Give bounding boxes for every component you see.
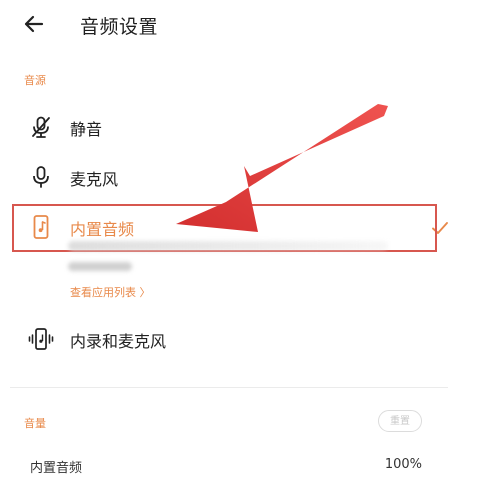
arrow-left-icon — [24, 15, 44, 33]
volume-item-value: 100% — [384, 457, 422, 472]
microphone-icon — [28, 164, 54, 190]
phone-vibrate-icon — [28, 326, 54, 352]
option-microphone[interactable]: 麦克风 — [0, 152, 480, 200]
blurred-description-line — [68, 262, 132, 271]
page-title: 音频设置 — [80, 16, 159, 38]
header: 音频设置 — [0, 0, 480, 48]
mic-off-icon — [28, 114, 54, 140]
audio-settings-page: 音频设置 音源 静音 麦克风 内置音频 查看应用列表 〉 内录和麦克风 音量 重… — [0, 0, 480, 479]
view-app-list-link[interactable]: 查看应用列表 〉 — [70, 284, 151, 300]
back-button[interactable] — [18, 8, 50, 40]
option-internal-and-mic[interactable]: 内录和麦克风 — [0, 314, 480, 362]
reset-button[interactable]: 重置 — [378, 410, 422, 432]
option-internal-and-mic-label: 内录和麦克风 — [70, 332, 167, 351]
volume-section-label: 音量 — [24, 417, 46, 430]
blurred-description — [68, 241, 388, 251]
audio-source-section-label: 音源 — [24, 74, 46, 87]
option-mute[interactable]: 静音 — [0, 102, 480, 150]
volume-item-label: 内置音频 — [30, 461, 83, 476]
option-microphone-label: 麦克风 — [70, 170, 119, 189]
section-divider — [10, 387, 448, 388]
option-mute-label: 静音 — [70, 120, 103, 139]
